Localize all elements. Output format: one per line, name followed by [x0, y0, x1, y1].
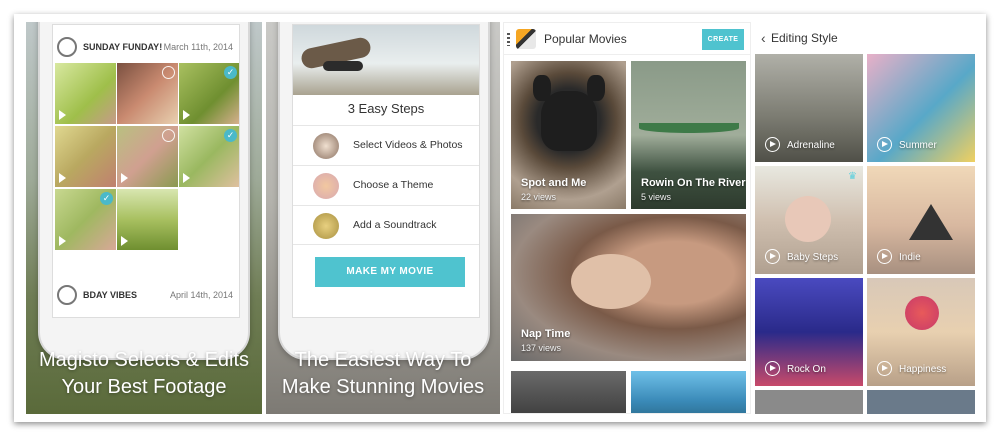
caption-line-2: Make Stunning Movies	[281, 376, 485, 398]
play-icon	[765, 361, 780, 376]
album-date: April 14th, 2014	[169, 290, 233, 300]
top-bar: Popular Movies CREATE	[504, 23, 750, 55]
style-tile-summer[interactable]: Summer	[867, 54, 975, 162]
play-icon	[877, 361, 892, 376]
step-add-soundtrack[interactable]: Add a Soundtrack	[293, 205, 479, 245]
movie-views: 137 views	[521, 343, 562, 353]
album-date: March 11th, 2014	[163, 42, 233, 52]
step-label: Add a Soundtrack	[353, 219, 437, 231]
album-title: SUNDAY FUNDAY!	[83, 42, 163, 52]
panel-magisto-selects: SUNDAY FUNDAY! March 11th, 2014 ✓ ✓ ✓ BD…	[26, 22, 262, 414]
media-thumbnail[interactable]: ✓	[179, 63, 239, 124]
step-thumbnail	[313, 173, 339, 199]
album-header[interactable]: BDAY VIBES April 14th, 2014	[53, 283, 239, 307]
style-tile[interactable]	[755, 390, 863, 414]
menu-icon[interactable]	[507, 33, 510, 46]
play-icon	[765, 137, 780, 152]
media-thumbnail[interactable]	[55, 126, 116, 187]
phone-screen-albums: SUNDAY FUNDAY! March 11th, 2014 ✓ ✓ ✓ BD…	[52, 24, 240, 318]
style-tile-rock-on[interactable]: Rock On	[755, 278, 863, 386]
play-icon	[121, 236, 128, 246]
select-ring-icon[interactable]	[162, 66, 175, 79]
style-tile-happiness[interactable]: Happiness	[867, 278, 975, 386]
media-thumbnail[interactable]	[55, 63, 116, 124]
style-tile-adrenaline[interactable]: Adrenaline	[755, 54, 863, 162]
play-icon	[877, 137, 892, 152]
step-label: Select Videos & Photos	[353, 139, 463, 151]
style-tile-baby-steps[interactable]: ♛ Baby Steps	[755, 166, 863, 274]
check-icon[interactable]: ✓	[224, 66, 237, 79]
play-icon	[59, 173, 66, 183]
step-thumbnail	[313, 213, 339, 239]
make-my-movie-button[interactable]: MAKE MY MOVIE	[315, 257, 465, 287]
movie-title: Nap Time	[521, 328, 571, 340]
movie-card[interactable]: Spot and Me 22 views	[511, 61, 626, 209]
play-icon	[877, 249, 892, 264]
play-icon	[183, 110, 190, 120]
movie-card[interactable]	[511, 371, 626, 413]
create-button[interactable]: CREATE	[702, 29, 744, 50]
play-icon	[183, 173, 190, 183]
media-thumbnail[interactable]	[117, 189, 178, 250]
media-thumbnail[interactable]: ✓	[55, 189, 116, 250]
play-icon	[59, 110, 66, 120]
movie-card[interactable]: Nap Time 137 views	[511, 214, 746, 361]
album-title: BDAY VIBES	[83, 290, 138, 300]
movie-card[interactable]: Rowin On The River 5 views	[631, 61, 746, 209]
step-thumbnail	[313, 133, 339, 159]
media-thumbnail[interactable]: ✓	[179, 126, 239, 187]
phone-mockup: 3 Easy Steps Select Videos & Photos Choo…	[278, 22, 490, 360]
page-title: Popular Movies	[544, 32, 627, 46]
movie-title: Spot and Me	[521, 177, 587, 189]
step-label: Choose a Theme	[353, 179, 434, 191]
play-icon	[121, 173, 128, 183]
style-label: Adrenaline	[787, 140, 835, 151]
panel-popular-movies: Popular Movies CREATE Spot and Me 22 vie…	[503, 22, 751, 414]
movie-title: Rowin On The River	[641, 177, 746, 189]
panel-editing-style: ‹ Editing Style Adrenaline Summer ♛ Baby…	[751, 22, 979, 414]
select-circle-icon[interactable]	[57, 37, 77, 57]
check-icon[interactable]: ✓	[100, 192, 113, 205]
style-label: Rock On	[787, 364, 826, 375]
hero-photo	[293, 25, 479, 95]
select-circle-icon[interactable]	[57, 285, 77, 305]
caption-line-1: The Easiest Way To	[294, 349, 472, 371]
app-logo[interactable]	[516, 29, 536, 49]
style-label: Baby Steps	[787, 252, 839, 263]
movie-card[interactable]	[631, 371, 746, 413]
check-icon[interactable]: ✓	[224, 129, 237, 142]
panel-easiest-way: 3 Easy Steps Select Videos & Photos Choo…	[266, 22, 500, 414]
steps-title: 3 Easy Steps	[347, 101, 425, 116]
movie-views: 5 views	[641, 192, 672, 202]
step-select-videos[interactable]: Select Videos & Photos	[293, 125, 479, 165]
media-thumbnail[interactable]	[117, 63, 178, 124]
step-choose-theme[interactable]: Choose a Theme	[293, 165, 479, 205]
style-tile-indie[interactable]: Indie	[867, 166, 975, 274]
page-title: Editing Style	[771, 31, 838, 45]
style-label: Happiness	[899, 364, 947, 375]
caption-line-1: Magisto Selects & Edits	[38, 349, 250, 371]
style-label: Summer	[899, 140, 937, 151]
style-label: Indie	[899, 252, 921, 263]
play-icon	[765, 249, 780, 264]
caption-line-2: Your Best Footage	[61, 376, 227, 398]
media-thumbnail[interactable]	[117, 126, 178, 187]
crown-icon: ♛	[848, 171, 857, 182]
phone-screen-steps: 3 Easy Steps Select Videos & Photos Choo…	[292, 24, 480, 318]
chevron-left-icon[interactable]: ‹	[761, 30, 766, 46]
style-tile[interactable]	[867, 390, 975, 414]
album-header[interactable]: SUNDAY FUNDAY! March 11th, 2014	[53, 35, 239, 59]
select-ring-icon[interactable]	[162, 129, 175, 142]
play-icon	[59, 236, 66, 246]
movie-views: 22 views	[521, 192, 557, 202]
phone-mockup: SUNDAY FUNDAY! March 11th, 2014 ✓ ✓ ✓ BD…	[38, 22, 250, 360]
